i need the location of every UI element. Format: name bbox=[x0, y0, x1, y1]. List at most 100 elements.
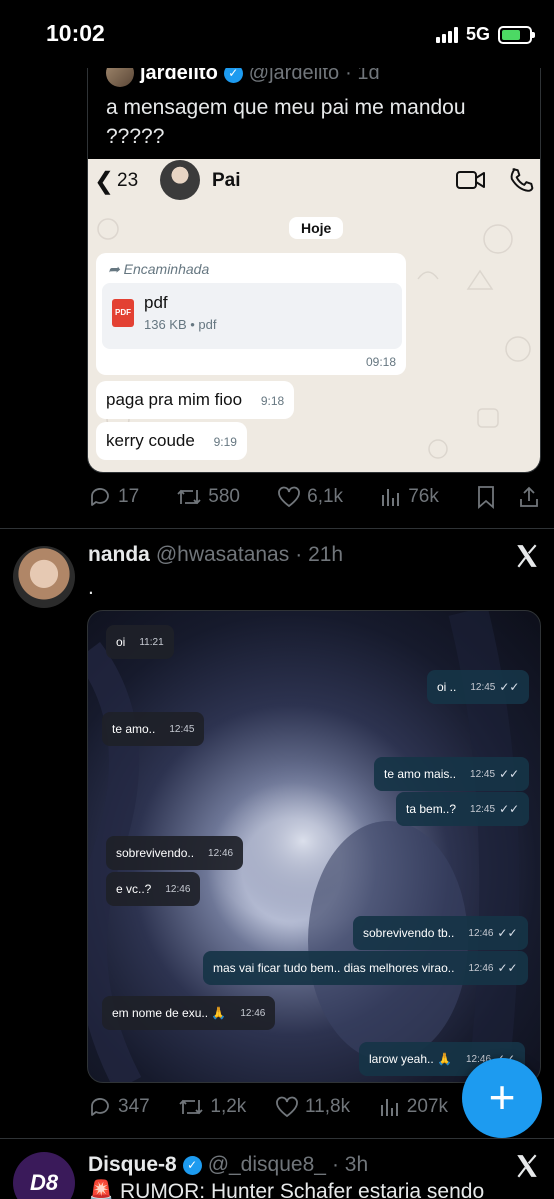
chat-message[interactable]: paga pra mim fioo 9:18 bbox=[96, 381, 295, 419]
reply-button[interactable]: 347 bbox=[88, 1095, 150, 1119]
x-logo-icon bbox=[517, 1154, 537, 1178]
view-count: 207k bbox=[406, 1096, 448, 1117]
read-ticks-icon: ✓✓ bbox=[497, 961, 518, 975]
tweet-header: Disque-8 ✓ @_disque8_ · 3h bbox=[88, 1153, 368, 1177]
author-name[interactable]: nanda bbox=[88, 543, 150, 567]
heart-icon bbox=[276, 1096, 298, 1118]
message-time: 9:19 bbox=[213, 435, 237, 449]
tweet-divider bbox=[0, 528, 554, 529]
bubble-text: sobrevivendo.. bbox=[116, 846, 195, 860]
read-ticks-icon: ✓✓ bbox=[499, 680, 520, 694]
signal-icon bbox=[435, 26, 458, 43]
quoted-tweet-text: a mensagem que meu pai me mandou ????? bbox=[106, 96, 466, 148]
bubble-time: 12:45 bbox=[470, 803, 496, 815]
read-ticks-icon: ✓✓ bbox=[499, 802, 520, 816]
reply-button[interactable]: 17 bbox=[88, 485, 139, 509]
avatar[interactable] bbox=[13, 546, 75, 608]
contact-avatar[interactable] bbox=[160, 160, 200, 200]
quoted-tweet[interactable]: jardelito ✓ @jardelito · 1d a mensagem q… bbox=[87, 40, 541, 473]
repost-button[interactable]: 1,2k bbox=[178, 1096, 246, 1118]
chat-bubble-incoming: oi 11:21 bbox=[106, 625, 174, 659]
reply-count: 17 bbox=[118, 486, 140, 507]
message-time: 9:18 bbox=[260, 394, 285, 408]
chat-bubble-outgoing: oi .. 12:45 ✓✓ bbox=[427, 670, 530, 704]
repost-button[interactable]: 580 bbox=[176, 486, 240, 508]
x-logo-icon bbox=[517, 544, 537, 568]
tweet-text: 🚨 RUMOR: Hunter Schafer estaria sendo bbox=[88, 1180, 485, 1199]
tweet-divider bbox=[0, 1138, 554, 1139]
like-count: 11,8k bbox=[305, 1096, 351, 1117]
like-button[interactable]: 6,1k bbox=[277, 486, 343, 508]
chat-message[interactable]: kerry coude 9:19 bbox=[96, 422, 247, 460]
pdf-attachment[interactable]: PDF pdf 136 KB • pdf bbox=[102, 283, 402, 349]
bubble-time: 12:46 bbox=[468, 962, 494, 974]
bubble-text: sobrevivendo tb.. bbox=[363, 926, 455, 940]
tweet-age: · 21h bbox=[295, 543, 344, 566]
bubble-time: 12:45 bbox=[470, 681, 496, 693]
message-text: kerry coude bbox=[106, 431, 195, 450]
bubble-text: oi .. bbox=[437, 680, 457, 694]
share-icon[interactable] bbox=[518, 485, 540, 509]
chat-bubble-outgoing: te amo mais.. 12:45 ✓✓ bbox=[374, 757, 530, 791]
unread-count: 23 bbox=[117, 170, 139, 191]
forward-arrow-icon: ➦ bbox=[108, 261, 120, 277]
forwarded-label: ➦ Encaminhada bbox=[108, 261, 209, 278]
chat-bubble-outgoing: mas vai ficar tudo bem.. dias melhores v… bbox=[203, 951, 528, 985]
tweet-extra-actions bbox=[476, 485, 540, 509]
bubble-time: 12:45 bbox=[169, 723, 195, 735]
bubble-text: larow yeah.. 🙏 bbox=[369, 1052, 452, 1066]
date-chip: Hoje bbox=[289, 217, 344, 239]
bubble-text: e vc..? bbox=[116, 882, 152, 896]
chat-header: ❮ 23 Pai bbox=[88, 159, 540, 203]
bookmark-icon[interactable] bbox=[476, 485, 496, 509]
bubble-time: 11:21 bbox=[139, 636, 164, 648]
video-call-icon[interactable] bbox=[456, 169, 486, 191]
bubble-text: em nome de exu.. 🙏 bbox=[112, 1006, 227, 1020]
chat-bubble-outgoing: sobrevivendo tb.. 12:46 ✓✓ bbox=[353, 916, 528, 950]
chat-bubble-incoming: sobrevivendo.. 12:46 bbox=[106, 836, 244, 870]
like-button[interactable]: 11,8k bbox=[275, 1096, 350, 1118]
contact-name[interactable]: Pai bbox=[212, 170, 241, 192]
reply-icon bbox=[91, 488, 109, 506]
tweet-media-image[interactable]: oi 11:21 oi .. 12:45 ✓✓ te amo.. 12:45 te am… bbox=[87, 610, 541, 1083]
file-name: pdf bbox=[144, 293, 168, 312]
bubble-time: 12:46 bbox=[240, 1007, 266, 1019]
message-time: 09:18 bbox=[365, 355, 396, 369]
repost-icon bbox=[179, 1099, 204, 1115]
compose-tweet-button[interactable]: + bbox=[462, 1058, 542, 1138]
tweet-actions: 17 580 6,1k 76k bbox=[88, 484, 540, 510]
repost-count: 1,2k bbox=[210, 1096, 247, 1117]
message-text: paga pra mim fioo bbox=[106, 390, 243, 409]
avatar[interactable]: D8 bbox=[13, 1152, 75, 1199]
bubble-time: 12:46 bbox=[165, 883, 191, 895]
status-indicators: 5G bbox=[435, 24, 535, 45]
views-icon bbox=[382, 489, 400, 506]
chat-bubble-incoming: te amo.. 12:45 bbox=[102, 712, 205, 746]
tweet-actions: 347 1,2k 11,8k 207k bbox=[88, 1094, 448, 1120]
back-chevron-icon[interactable]: ❮ bbox=[94, 167, 114, 196]
repost-count: 580 bbox=[208, 486, 240, 507]
tweet-header: nanda @hwasatanas · 21h bbox=[88, 543, 343, 567]
like-count: 6,1k bbox=[307, 486, 344, 507]
bubble-text: oi bbox=[116, 635, 126, 649]
views-button[interactable]: 207k bbox=[379, 1096, 448, 1118]
views-button[interactable]: 76k bbox=[380, 486, 439, 508]
bubble-text: ta bem..? bbox=[406, 802, 457, 816]
forwarded-message[interactable]: ➦ Encaminhada PDF pdf 136 KB • pdf 09:18 bbox=[96, 253, 406, 375]
bubble-time: 12:46 bbox=[468, 927, 494, 939]
read-ticks-icon: ✓✓ bbox=[497, 926, 518, 940]
phone-call-icon[interactable] bbox=[508, 167, 534, 193]
repost-icon bbox=[177, 489, 201, 505]
chat-bubble-incoming: em nome de exu.. 🙏 12:46 bbox=[102, 996, 276, 1030]
author-handle[interactable]: @_disque8_ bbox=[208, 1153, 326, 1177]
pdf-file-icon: PDF bbox=[112, 299, 134, 327]
reply-count: 347 bbox=[118, 1096, 150, 1117]
file-meta: 136 KB • pdf bbox=[144, 317, 217, 332]
heart-icon bbox=[278, 486, 301, 508]
battery-icon bbox=[498, 25, 535, 44]
author-name[interactable]: Disque-8 bbox=[88, 1153, 177, 1177]
bubble-text: te amo mais.. bbox=[384, 767, 457, 781]
whatsapp-screenshot[interactable]: ❮ 23 Pai Hoje ➦ Encaminhada PDF pdf 136 … bbox=[88, 159, 540, 472]
author-handle[interactable]: @hwasatanas bbox=[156, 543, 289, 567]
status-time: 10:02 bbox=[46, 20, 105, 46]
